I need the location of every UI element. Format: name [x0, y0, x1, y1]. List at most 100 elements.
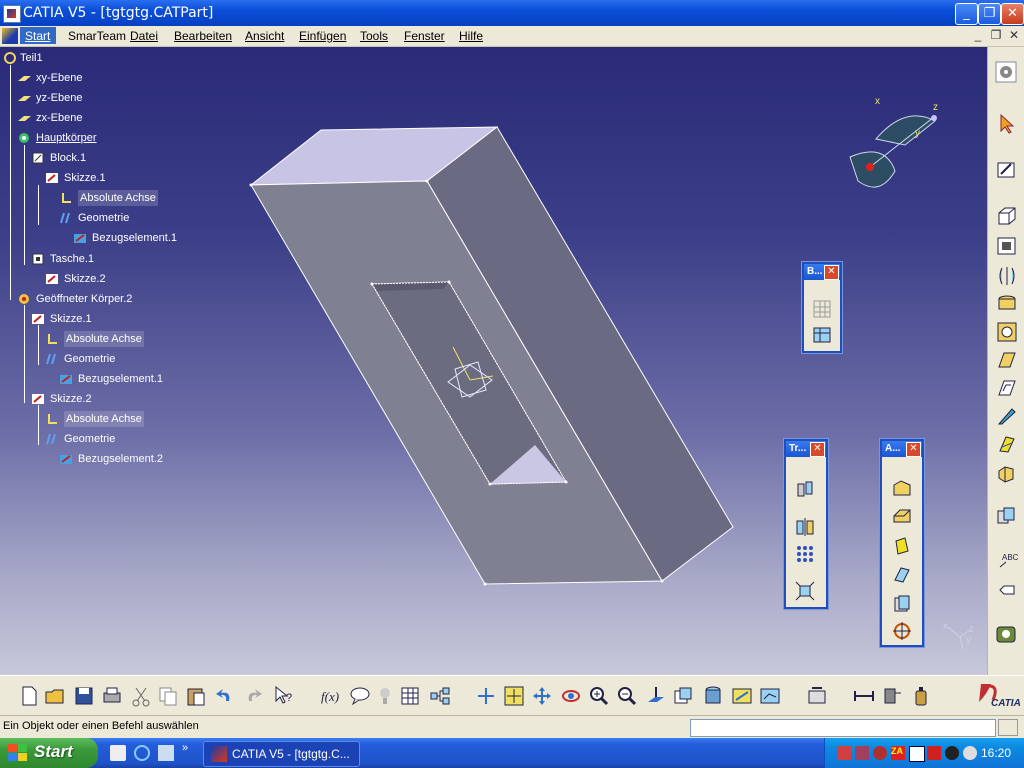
- menu-tools[interactable]: Tools: [360, 29, 388, 43]
- restore-button[interactable]: ❐: [978, 3, 1001, 25]
- quicklaunch-explorer-icon[interactable]: [110, 745, 126, 761]
- fly-mode-icon[interactable]: [475, 685, 497, 707]
- redo-icon[interactable]: [243, 685, 265, 707]
- formula-icon[interactable]: f(x): [320, 685, 342, 707]
- paste-icon[interactable]: [185, 685, 207, 707]
- fit-all-icon[interactable]: [503, 685, 525, 707]
- doc-close-icon[interactable]: ✕: [1006, 28, 1022, 44]
- normal-view-icon[interactable]: [645, 685, 667, 707]
- document-icon[interactable]: [2, 28, 18, 44]
- zoom-in-icon[interactable]: [588, 685, 610, 707]
- pocket-icon[interactable]: [996, 235, 1018, 257]
- menu-start[interactable]: Start: [20, 27, 56, 44]
- multi-section-icon[interactable]: [996, 405, 1018, 427]
- floating-toolbar-a[interactable]: A... ✕: [880, 439, 924, 647]
- measure-inertia-icon[interactable]: [910, 685, 932, 707]
- print-icon[interactable]: [101, 685, 123, 707]
- slot-icon[interactable]: [996, 377, 1018, 399]
- chamfer-icon[interactable]: [891, 506, 913, 528]
- close-icon[interactable]: ✕: [906, 442, 921, 457]
- minimize-button[interactable]: _: [955, 3, 978, 25]
- command-input[interactable]: [690, 719, 996, 737]
- menu-ansicht[interactable]: Ansicht: [245, 29, 284, 43]
- undo-icon[interactable]: [213, 685, 235, 707]
- menu-datei[interactable]: Datei: [130, 29, 158, 43]
- mirror-icon[interactable]: [794, 516, 816, 538]
- tray-media-icon[interactable]: [945, 746, 959, 760]
- menu-hilfe[interactable]: Hilfe: [459, 29, 483, 43]
- measure-between-icon[interactable]: [853, 685, 875, 707]
- tray-network-icon[interactable]: [837, 746, 851, 760]
- remove-face-icon[interactable]: [891, 620, 913, 642]
- menu-smarteam[interactable]: SmarTeam: [68, 29, 126, 43]
- scale-icon[interactable]: [794, 580, 816, 602]
- quicklaunch-ie-icon[interactable]: [134, 745, 150, 761]
- stiffener-icon[interactable]: [996, 433, 1018, 455]
- zoom-out-icon[interactable]: [616, 685, 638, 707]
- draft-icon[interactable]: [891, 535, 913, 557]
- quicklaunch-more-icon[interactable]: »: [182, 742, 188, 754]
- floating-toolbar-b[interactable]: B... ✕: [802, 262, 842, 353]
- tray-calendar-icon[interactable]: [927, 746, 941, 760]
- shell-icon[interactable]: [891, 564, 913, 586]
- graph-tree-icon[interactable]: [429, 685, 451, 707]
- tray-volume-icon[interactable]: [963, 746, 977, 760]
- groove-icon[interactable]: [996, 293, 1018, 315]
- sketcher-icon[interactable]: [996, 159, 1018, 181]
- tray-app-icon[interactable]: [909, 746, 925, 762]
- 3d-viewport[interactable]: x y z x y z Teil1 xy-Ebene yz-Ebene zx-E…: [0, 47, 987, 675]
- tray-antivirus-icon[interactable]: [873, 746, 887, 760]
- tray-network2-icon[interactable]: [855, 746, 869, 760]
- update-icon[interactable]: [806, 685, 828, 707]
- new-file-icon[interactable]: [18, 685, 40, 707]
- close-icon[interactable]: ✕: [810, 442, 825, 457]
- pad-icon[interactable]: [996, 205, 1018, 227]
- copy-icon[interactable]: [157, 685, 179, 707]
- thickness-icon[interactable]: [891, 593, 913, 615]
- close-button[interactable]: ✕: [1001, 3, 1024, 25]
- status-bar: Ein Objekt oder einen Befehl auswählen: [0, 715, 1024, 738]
- render-style-icon[interactable]: [702, 685, 724, 707]
- taskbar-catia-button[interactable]: CATIA V5 - [tgtgtg.C...: [203, 741, 360, 767]
- doc-restore-icon[interactable]: ❐: [988, 28, 1004, 44]
- menu-einfuegen[interactable]: Einfügen: [299, 29, 346, 43]
- flag-note-icon[interactable]: [996, 579, 1018, 601]
- table-icon[interactable]: [811, 324, 833, 346]
- measure-icon[interactable]: [995, 623, 1017, 645]
- quick-view-icon[interactable]: [672, 685, 694, 707]
- quicklaunch-desktop-icon[interactable]: [158, 745, 174, 761]
- tray-za-icon[interactable]: ZA: [891, 746, 905, 760]
- pan-icon[interactable]: [531, 685, 553, 707]
- select-arrow-icon[interactable]: [997, 113, 1019, 135]
- 3d-constraint-icon[interactable]: [996, 505, 1018, 527]
- open-folder-icon[interactable]: [44, 685, 66, 707]
- menu-bearbeiten[interactable]: Bearbeiten: [174, 29, 232, 43]
- table-icon[interactable]: [399, 685, 421, 707]
- fillet-icon[interactable]: [891, 477, 913, 499]
- hide-show-icon[interactable]: [731, 685, 753, 707]
- catia-app-icon[interactable]: [3, 5, 21, 23]
- close-icon[interactable]: ✕: [824, 265, 839, 280]
- menu-fenster[interactable]: Fenster: [404, 29, 445, 43]
- knowledge-icon[interactable]: [374, 685, 396, 707]
- start-button[interactable]: Start: [0, 738, 98, 768]
- pattern-icon[interactable]: [794, 543, 816, 565]
- save-icon[interactable]: [73, 685, 95, 707]
- cut-icon[interactable]: [130, 685, 152, 707]
- rotate-icon[interactable]: [560, 685, 582, 707]
- doc-minimize-icon[interactable]: _: [970, 28, 986, 44]
- comment-icon[interactable]: [349, 685, 371, 707]
- system-tray: ZA 16:20: [824, 738, 1024, 768]
- shaft-icon[interactable]: [996, 265, 1018, 287]
- measure-item-icon[interactable]: [881, 685, 903, 707]
- workbench-gear-icon[interactable]: [995, 61, 1017, 83]
- command-button[interactable]: [998, 719, 1018, 736]
- help-icon[interactable]: ?: [273, 685, 295, 707]
- hole-icon[interactable]: [996, 321, 1018, 343]
- translate-icon[interactable]: [794, 479, 816, 501]
- rib-icon[interactable]: [996, 349, 1018, 371]
- swap-space-icon[interactable]: [759, 685, 781, 707]
- solid-combine-icon[interactable]: [996, 463, 1018, 485]
- text-annotation-icon[interactable]: ABC: [996, 549, 1019, 571]
- floating-toolbar-tr[interactable]: Tr... ✕: [784, 439, 828, 609]
